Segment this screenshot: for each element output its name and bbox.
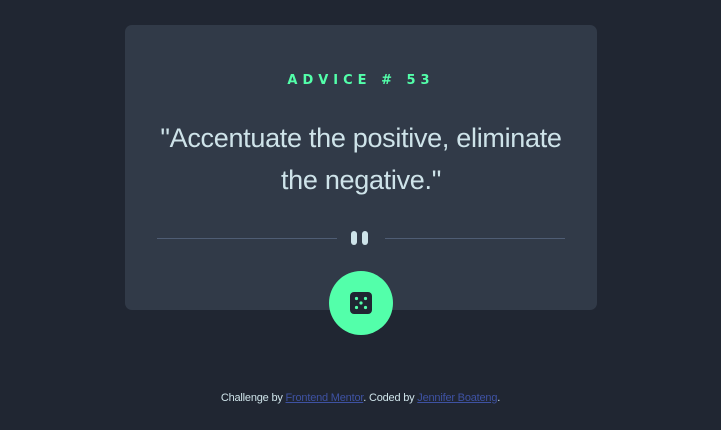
- dice-icon: [350, 292, 372, 314]
- divider: [157, 231, 565, 247]
- advice-id-heading: ADVICE # 53: [287, 73, 435, 88]
- advice-card: ADVICE # 53 "Accentuate the positive, el…: [125, 25, 597, 310]
- footer-suffix: .: [497, 392, 501, 404]
- pause-icon: [351, 231, 371, 245]
- divider-line-left: [157, 238, 337, 239]
- advice-quote: "Accentuate the positive, eliminate the …: [160, 123, 562, 195]
- new-advice-button[interactable]: [329, 271, 393, 335]
- page: ADVICE # 53 "Accentuate the positive, el…: [0, 0, 721, 430]
- frontend-mentor-link[interactable]: Frontend Mentor: [286, 392, 364, 404]
- footer-prefix: Challenge by: [220, 392, 286, 404]
- author-link[interactable]: Jennifer Boateng: [417, 392, 497, 404]
- attribution-footer: Challenge by Frontend Mentor. Coded by J…: [0, 392, 721, 404]
- footer-middle: . Coded by: [363, 392, 418, 404]
- divider-line-right: [385, 238, 565, 239]
